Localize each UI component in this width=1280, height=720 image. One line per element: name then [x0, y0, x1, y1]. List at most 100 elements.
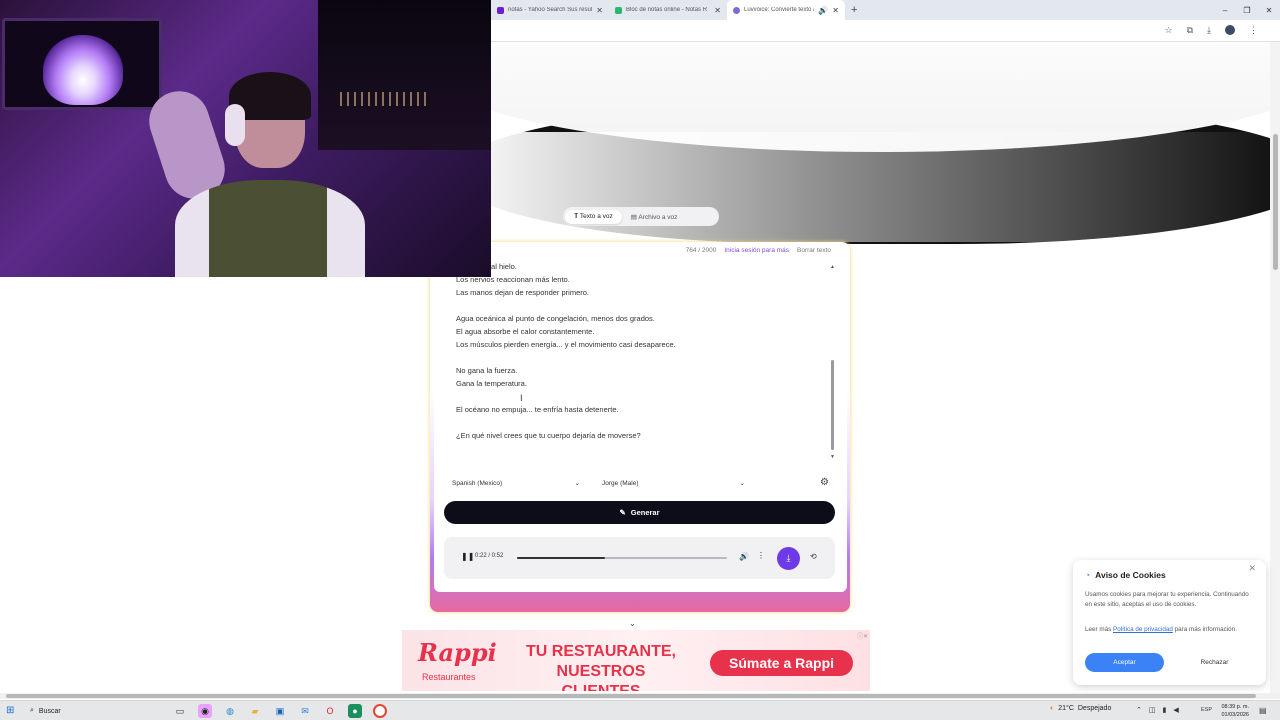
text-line: ¿En qué nivel crees que tu cuerpo dejarí…: [456, 431, 641, 440]
page-scrollbar-thumb[interactable]: [1273, 134, 1278, 270]
horizontal-scroll-thumb[interactable]: [6, 694, 1256, 698]
text-line: Los nervios reaccionan más lento.: [456, 275, 570, 284]
address-bar[interactable]: ☆ ⧉ ⤓ ⋮: [491, 20, 1280, 42]
volume-icon[interactable]: ◀: [1173, 706, 1178, 714]
star-icon[interactable]: ☆: [1165, 25, 1173, 36]
yahoo-favicon-icon: [497, 6, 504, 14]
privacy-policy-link[interactable]: Política de privacidad: [1113, 626, 1173, 633]
tab-label: Archivo a voz: [638, 213, 678, 221]
tab-yahoo-search[interactable]: notas - Yahoo Search Sus result ✕: [491, 0, 609, 20]
volume-icon[interactable]: 🔊: [739, 552, 749, 561]
ad-headline: TU RESTAURANTE, NUESTROS CLIENTES: [526, 642, 676, 691]
text-cursor-icon: I: [520, 394, 523, 404]
text-line: [456, 351, 836, 364]
weather-widget[interactable]: ◐ 21°C Despejado: [1050, 705, 1111, 712]
char-counter: 764 / 2000: [685, 247, 717, 254]
settings-gear-icon[interactable]: ⚙: [820, 477, 829, 488]
tab-luvvoice[interactable]: Luvvoice: Convierte texto a 🔊 ✕: [727, 0, 845, 20]
scroll-down-chevron-icon[interactable]: ⌄: [629, 619, 636, 628]
copilot-icon[interactable]: ◉: [198, 704, 212, 718]
more-options-icon[interactable]: ⋮: [757, 551, 765, 560]
file-explorer-icon[interactable]: ▰: [248, 704, 262, 718]
tab-texto-a-voz[interactable]: 𝐓 Texto a voz: [565, 209, 622, 224]
audio-progress-fill: [517, 557, 606, 559]
accept-cookies-button[interactable]: Aceptar: [1085, 653, 1164, 672]
close-tab-icon[interactable]: ✕: [714, 6, 721, 15]
minimize-button[interactable]: –: [1214, 6, 1236, 15]
system-tray: ⌃ ◫ ▮ ◀: [1136, 706, 1179, 714]
tab-title: notas - Yahoo Search Sus result: [508, 7, 593, 13]
webcam-overlay: [0, 0, 491, 277]
language-select[interactable]: Spanish (Mexico) ⌄: [446, 476, 586, 490]
tray-chevron-icon[interactable]: ⌃: [1136, 706, 1142, 714]
search-placeholder: Buscar: [38, 707, 61, 715]
text-line: a cercana al hielo.: [456, 262, 517, 271]
audio-seek-bar[interactable]: [517, 557, 727, 559]
textarea-scroll-thumb[interactable]: [831, 360, 834, 450]
ad-cta-button[interactable]: Súmate a Rappi: [710, 650, 853, 676]
text-line: [456, 390, 836, 403]
tab-archivo-a-voz[interactable]: ▤ Archivo a voz: [622, 210, 687, 224]
rappi-ad-banner[interactable]: Rappi Restaurantes TU RESTAURANTE, NUEST…: [402, 630, 870, 691]
close-tab-icon[interactable]: ✕: [832, 6, 839, 15]
close-window-button[interactable]: ✕: [1258, 6, 1280, 15]
luvvoice-favicon-icon: [733, 6, 740, 14]
profile-avatar[interactable]: [1225, 25, 1235, 35]
chevron-down-icon: ⌄: [574, 480, 580, 487]
windows-start-icon[interactable]: ⊞: [6, 705, 14, 716]
scroll-up-icon[interactable]: ▲: [830, 264, 835, 270]
opera-icon[interactable]: O: [323, 704, 337, 718]
close-icon[interactable]: ✕: [1248, 563, 1256, 574]
taskbar-search[interactable]: ⌕ Buscar: [26, 703, 162, 719]
ad-close-icon[interactable]: ⓘ✕: [857, 631, 868, 640]
battery-icon[interactable]: ▮: [1163, 706, 1167, 714]
text-line: El océano no empuja... te enfría hasta d…: [456, 405, 619, 414]
temperature: 21°C: [1058, 705, 1074, 712]
restore-button[interactable]: ❐: [1236, 6, 1258, 15]
edge-icon[interactable]: ◍: [223, 704, 237, 718]
tab-bloc-de-notas[interactable]: Bloc de notas online - Notas R ✕: [609, 0, 727, 20]
store-icon[interactable]: ▣: [273, 704, 287, 718]
horizontal-scrollbar[interactable]: [0, 693, 1280, 699]
editor-header: 764 / 2000 Inicia sesión para más Borrar…: [686, 247, 831, 254]
download-audio-button[interactable]: ⤓: [777, 547, 800, 570]
menu-icon[interactable]: ⋮: [1249, 25, 1258, 36]
headphones: [225, 104, 245, 146]
tab-label: Texto a voz: [579, 212, 613, 220]
text-line: Los músculos pierden energía... y el mov…: [456, 340, 676, 349]
network-icon[interactable]: ◫: [1149, 706, 1156, 714]
voice-select[interactable]: Jorge (Male) ⌄: [596, 476, 751, 490]
text-input-area[interactable]: a cercana al hielo. Los nervios reaccion…: [456, 260, 836, 458]
cookie-icon: ◔: [1085, 570, 1091, 580]
chevron-down-icon: ⌄: [739, 480, 745, 487]
app-icon[interactable]: ●: [348, 704, 362, 718]
textarea-scrollbar[interactable]: ▲ ▼: [830, 264, 835, 460]
clock[interactable]: 08:39 p. m. 01/03/2026: [1218, 703, 1249, 719]
windows-taskbar: ⊞ ⌕ Buscar ▭ ◉ ◍ ▰ ▣ ✉ O ● ◐ 21°C Despej…: [0, 700, 1280, 720]
cookie-body: Usamos cookies para mejorar tu experienc…: [1085, 591, 1249, 608]
weather-condition: Despejado: [1077, 705, 1112, 712]
rappi-logo: Rappi: [418, 638, 497, 667]
repeat-icon[interactable]: ⟲: [810, 552, 817, 561]
task-view-icon[interactable]: ▭: [173, 704, 187, 718]
generate-button[interactable]: ✎ Generar: [444, 501, 835, 524]
extensions-icon[interactable]: ⧉: [1187, 25, 1193, 36]
chrome-icon[interactable]: [373, 704, 387, 718]
pause-icon[interactable]: ❚❚: [461, 552, 474, 561]
notes-favicon-icon: [615, 6, 622, 14]
scroll-down-icon[interactable]: ▼: [830, 454, 835, 460]
clear-text-button[interactable]: Borrar texto: [797, 247, 831, 254]
text-line: [456, 416, 836, 429]
input-language[interactable]: ESP: [1201, 707, 1212, 713]
new-tab-button[interactable]: +: [851, 4, 857, 16]
voice-select-value: Jorge (Male): [602, 479, 639, 487]
login-link[interactable]: Inicia sesión para más: [724, 247, 789, 254]
speaker-icon[interactable]: 🔊: [818, 6, 828, 15]
notification-icon[interactable]: ▤: [1259, 706, 1267, 715]
reject-cookies-button[interactable]: Rechazar: [1175, 653, 1254, 672]
close-tab-icon[interactable]: ✕: [596, 6, 603, 15]
text-line: No gana la fuerza.: [456, 366, 518, 375]
cookie-more-prefix: Leer más: [1085, 626, 1112, 633]
download-icon[interactable]: ⤓: [1207, 25, 1211, 36]
mail-icon[interactable]: ✉: [298, 704, 312, 718]
